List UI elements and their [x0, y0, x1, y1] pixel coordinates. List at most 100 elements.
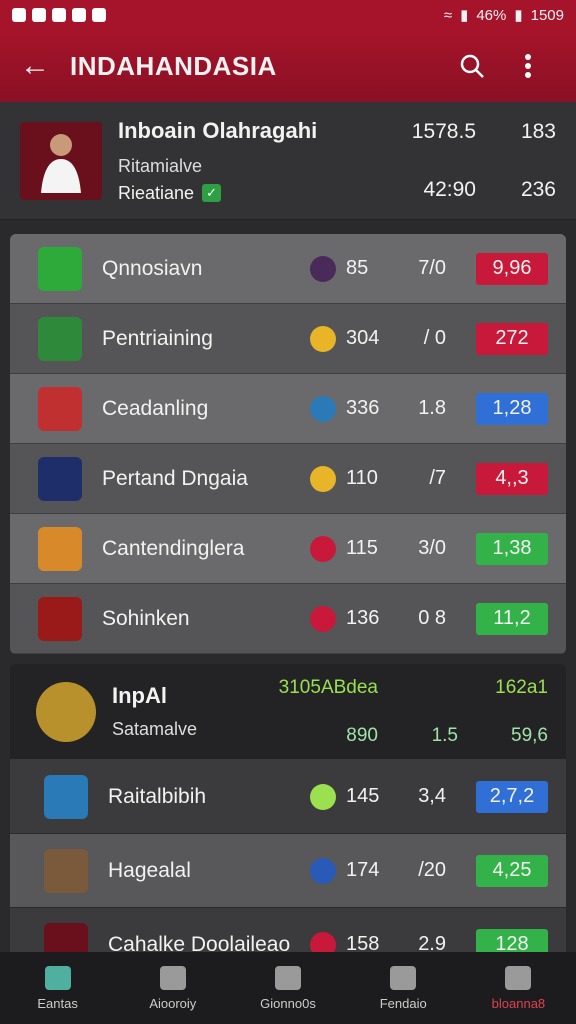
featured-stat: 3105ABdea: [278, 676, 378, 698]
notification-icon: [52, 8, 66, 22]
checkmark-icon: ✓: [202, 184, 221, 202]
nav-item-0[interactable]: Eantas: [0, 952, 115, 1024]
search-icon[interactable]: [444, 53, 500, 79]
profile-card[interactable]: Inboain Olahragahi Ritamialve Rieatiane …: [0, 102, 576, 220]
notification-icons: [12, 8, 106, 22]
team-name: Hagealal: [108, 858, 191, 882]
featured-subtitle: Satamalve: [112, 719, 198, 739]
nav-item-3[interactable]: Fendaio: [346, 952, 461, 1024]
team-stat: /7: [429, 467, 446, 489]
battery-icon: ▮: [514, 7, 523, 24]
secondary-list: Raitalbibih 145 3,4 2,7,2 Hagealal 174/20 4,25…: [10, 760, 566, 982]
team-crest-icon: [38, 316, 82, 361]
player-avatar: [20, 121, 102, 200]
team-crest-icon: [38, 526, 82, 571]
team-row[interactable]: Sohinken 136 0 8 11,2: [10, 584, 566, 654]
team-crest-icon: [44, 848, 88, 893]
featured-stat: 162a1: [495, 676, 548, 698]
profile-name: Inboain Olahragahi: [118, 117, 318, 143]
bottom-navigation: Eantas Aiooroiy Gionno0s Fendaio bloanna8: [0, 952, 576, 1024]
app-title: INDAHANDASIA: [70, 50, 277, 81]
team-crest-icon: [38, 246, 82, 291]
team-stat: 3/0: [418, 537, 446, 559]
team-row[interactable]: Pertand Dngaia 110/7 4,,3: [10, 444, 566, 514]
signal-icon: ▮: [460, 7, 469, 24]
team-row[interactable]: Qnnosiavn 85 7/0 9,96: [10, 234, 566, 304]
profile-stat: 236: [520, 177, 556, 201]
team-row[interactable]: Pentriaining 304 / 0 272: [10, 304, 566, 374]
standings-list: Qnnosiavn 85 7/0 9,96 Pentriaining 304 / 0 272 C…: [10, 234, 566, 654]
wifi-icon: ≈: [443, 6, 453, 24]
rating-badge: 9,96: [476, 252, 548, 285]
team-stat: / 0: [423, 327, 446, 349]
back-arrow-icon[interactable]: ←: [20, 49, 70, 83]
profile-stat: 42:90: [423, 177, 476, 201]
team-stat: 145: [346, 785, 380, 807]
team-stat: 7/0: [418, 257, 446, 279]
notification-icon: [12, 8, 26, 22]
team-name: Cantendinglera: [102, 536, 245, 560]
team-stat: 1.8: [418, 397, 446, 419]
featured-name: InpAl: [112, 683, 167, 708]
notification-icon: [92, 8, 106, 22]
team-name: Pertand Dngaia: [102, 466, 248, 490]
team-row[interactable]: Raitalbibih 145 3,4 2,7,2: [10, 760, 566, 834]
team-badge-icon: [310, 325, 336, 352]
more-vertical-icon[interactable]: [500, 53, 556, 79]
team-name: Sohinken: [102, 606, 190, 630]
team-row[interactable]: Ceadanling 336 1.8 1,28: [10, 374, 566, 444]
profile-stat: 183: [520, 119, 556, 143]
nav-item-label: Fendaio: [379, 995, 427, 1011]
team-stat: 304: [346, 327, 380, 349]
nav-item-1[interactable]: Aiooroiy: [115, 952, 230, 1024]
close-box-icon: [390, 965, 417, 990]
notification-icon: [32, 8, 46, 22]
nav-item-label: Aiooroiy: [149, 995, 197, 1011]
team-row[interactable]: Hagealal 174/20 4,25: [10, 834, 566, 908]
team-stat: 85: [346, 257, 369, 279]
featured-stat: 1.5: [431, 724, 458, 746]
rating-badge: 4,25: [476, 854, 548, 887]
team-badge-icon: [310, 857, 336, 884]
home-icon: [44, 965, 71, 990]
nav-item-label: bloanna8: [491, 995, 546, 1011]
team-name: Raitalbibih: [108, 784, 207, 808]
featured-section: InpAl Satamalve 3105ABdea 162a1 890 1.5 …: [10, 664, 566, 982]
profile-stat: 1578.5: [411, 119, 476, 143]
team-stat: 336: [346, 397, 380, 419]
battery-percent: 46%: [476, 6, 507, 24]
team-stat: 136: [346, 607, 380, 629]
laurel-crest-icon: [36, 681, 96, 742]
team-name: Pentriaining: [102, 326, 213, 350]
team-stat: 0 8: [418, 607, 446, 629]
rating-badge: 11,2: [476, 602, 548, 635]
rating-badge: 4,,3: [476, 462, 548, 495]
team-stat: 174: [346, 859, 380, 881]
nav-item-label: Eantas: [37, 995, 78, 1011]
profile-subtitle: Ritamialve: [118, 155, 203, 176]
app-bar: ← INDAHANDASIA: [0, 30, 576, 102]
profile-status: Rieatiane: [118, 182, 195, 203]
nav-item-4[interactable]: bloanna8: [461, 952, 576, 1024]
team-crest-icon: [44, 774, 88, 819]
team-row[interactable]: Cantendinglera 115 3/0 1,38: [10, 514, 566, 584]
status-bar: ≈ ▮ 46% ▮ 1509: [0, 0, 576, 30]
team-crest-icon: [38, 456, 82, 501]
featured-stat: 59,6: [511, 724, 548, 746]
briefcase-icon: [275, 965, 301, 990]
rating-badge: 272: [476, 322, 548, 355]
team-stat: 115: [346, 537, 378, 559]
featured-stat: 890: [346, 724, 378, 746]
featured-team[interactable]: InpAl Satamalve 3105ABdea 162a1 890 1.5 …: [10, 664, 566, 760]
profile-stats: 1578.5 183 42:90 236: [366, 120, 556, 202]
rating-badge: 1,38: [476, 532, 548, 565]
team-badge-icon: [310, 783, 336, 810]
star-icon: [159, 965, 186, 990]
nav-item-2[interactable]: Gionno0s: [230, 952, 345, 1024]
clock: 1509: [530, 6, 564, 24]
team-name: Ceadanling: [102, 396, 209, 420]
team-badge-icon: [310, 605, 336, 632]
notification-icon: [72, 8, 86, 22]
team-crest-icon: [38, 386, 82, 431]
rating-badge: 1,28: [476, 392, 548, 425]
